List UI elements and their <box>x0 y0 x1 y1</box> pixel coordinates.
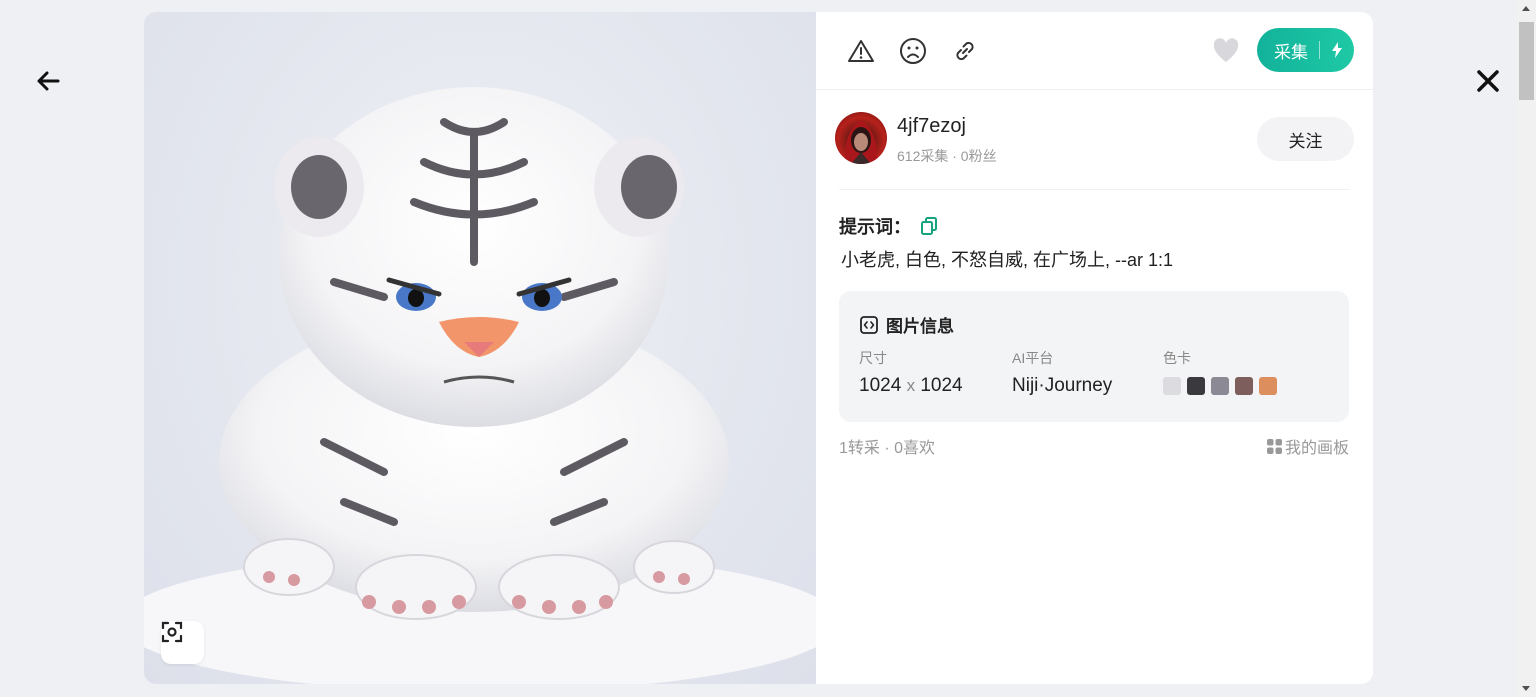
platform-column: AI平台 Niji·Journey <box>1012 348 1112 397</box>
dislike-sad-face-icon <box>900 38 926 64</box>
platform-value: Niji·Journey <box>1012 375 1113 396</box>
pin-stats: 1转采 · 0喜欢 <box>839 440 936 457</box>
grid-icon <box>1266 438 1282 454</box>
follow-button[interactable]: 关注 <box>1257 117 1354 161</box>
prompt-title: 提示词： <box>839 217 911 237</box>
palette-column: 色卡 <box>1163 348 1277 395</box>
scroll-down-arrow[interactable] <box>1522 686 1530 691</box>
prompt-heading: 提示词： <box>839 213 937 239</box>
dislike-button[interactable] <box>898 36 928 66</box>
report-button[interactable] <box>846 36 876 66</box>
avatar[interactable] <box>835 112 887 164</box>
size-x: x <box>906 376 916 395</box>
avatar-image <box>844 120 878 164</box>
fullscreen-zoom-button[interactable] <box>161 621 204 664</box>
arrow-left-icon <box>37 71 60 91</box>
author-row: 4jf7ezoj 612采集 · 0粉丝 关注 <box>835 112 1354 172</box>
focus-scan-icon <box>161 621 183 643</box>
lightning-icon[interactable] <box>1320 42 1354 58</box>
scroll-up-arrow[interactable] <box>1522 6 1530 11</box>
page-scrollbar[interactable] <box>1517 0 1536 697</box>
color-swatch[interactable] <box>1235 377 1253 395</box>
back-button[interactable] <box>26 59 70 103</box>
link-icon <box>956 41 974 61</box>
my-board-link[interactable]: 我的画板 <box>1266 434 1349 458</box>
collect-button-label: 采集 <box>1274 42 1308 62</box>
color-palette <box>1163 377 1277 395</box>
color-swatch[interactable] <box>1211 377 1229 395</box>
copy-icon[interactable] <box>921 217 937 235</box>
palette-label: 色卡 <box>1163 350 1191 366</box>
my-board-label: 我的画板 <box>1284 440 1349 457</box>
size-value: 1024 x 1024 <box>859 375 963 397</box>
author-stats: 612采集 · 0粉丝 <box>897 148 997 164</box>
white-tiger-illustration <box>144 87 816 684</box>
code-box-icon <box>860 315 878 334</box>
pin-image[interactable] <box>144 12 816 684</box>
size-label: 尺寸 <box>859 350 887 366</box>
author-name[interactable]: 4jf7ezoj <box>897 115 966 138</box>
platform-label: AI平台 <box>1012 350 1054 366</box>
size-width: 1024 <box>859 375 902 396</box>
color-swatch[interactable] <box>1187 377 1205 395</box>
close-x-icon <box>1477 70 1499 92</box>
image-info-heading: 图片信息 <box>860 312 954 337</box>
pin-detail-card: 采集 4jf7ezoj 612采集 · 0粉丝 关注 提示词： 小老虎, 白色,… <box>144 12 1373 684</box>
image-info-box: 图片信息 尺寸 1024 x 1024 AI平台 Niji·Journey 色卡 <box>839 291 1349 422</box>
size-column: 尺寸 1024 x 1024 <box>859 348 963 397</box>
color-swatch[interactable] <box>1259 377 1277 395</box>
image-info-title: 图片信息 <box>886 317 954 336</box>
size-height: 1024 <box>920 375 963 396</box>
collect-button[interactable]: 采集 <box>1257 28 1354 72</box>
color-swatch[interactable] <box>1163 377 1181 395</box>
prompt-text: 小老虎, 白色, 不怒自威, 在广场上, --ar 1:1 <box>841 250 1174 270</box>
divider <box>839 189 1350 190</box>
copy-link-button[interactable] <box>950 36 980 66</box>
report-warning-icon <box>848 40 874 62</box>
action-toolbar: 采集 <box>816 12 1373 90</box>
heart-icon[interactable] <box>1212 37 1240 65</box>
detail-side-panel: 采集 4jf7ezoj 612采集 · 0粉丝 关注 提示词： 小老虎, 白色,… <box>816 12 1373 684</box>
scroll-thumb[interactable] <box>1519 22 1534 100</box>
close-button[interactable] <box>1466 59 1510 103</box>
